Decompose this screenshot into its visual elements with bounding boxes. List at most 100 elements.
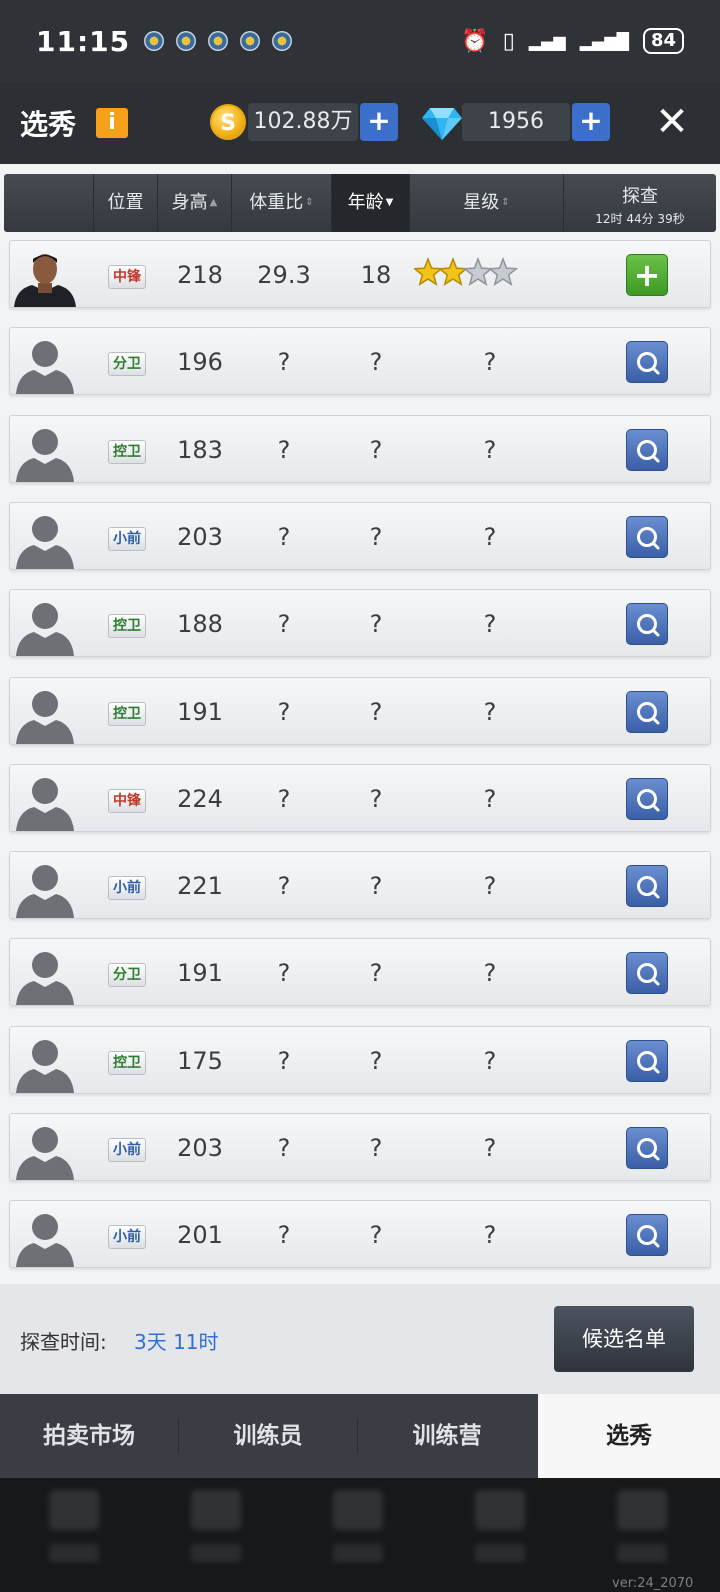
col-weight-ratio-label: 体重比 [249, 192, 304, 213]
scout-button[interactable] [626, 341, 668, 384]
scout-countdown: 12时 44分 39秒 [595, 212, 685, 226]
sort-icon: ⇕ [501, 197, 510, 208]
player-row[interactable]: 控卫 188??? [9, 589, 711, 658]
sort-icon: ▲ [209, 197, 218, 208]
player-silhouette-icon [12, 684, 78, 744]
player-row[interactable]: 中锋 218 29.3 18 + [9, 240, 711, 308]
col-weight-ratio[interactable]: 体重比 ⇕ [232, 174, 332, 232]
player-star-level: ? [483, 697, 497, 726]
scout-button[interactable] [626, 428, 668, 471]
player-row[interactable]: 控卫 191??? [9, 676, 711, 745]
app-notification-icon [144, 31, 165, 51]
player-star-level: ? [483, 1046, 497, 1075]
position-badge: 小前 [108, 1138, 146, 1162]
player-star-level: ? [483, 348, 497, 377]
player-row[interactable]: 小前 221??? [9, 851, 711, 920]
player-silhouette-icon [12, 334, 78, 395]
signal-icon: ▂▄▆ [528, 31, 566, 51]
shortlist-button[interactable]: 候选名单 [554, 1306, 694, 1372]
player-row[interactable]: 中锋 224??? [9, 763, 711, 832]
scout-button[interactable] [626, 690, 668, 733]
scout-button[interactable] [626, 1214, 668, 1257]
add-to-shortlist-button[interactable]: + [626, 254, 668, 296]
player-height: 201 [177, 1221, 223, 1250]
star-rating-icon [412, 255, 519, 291]
player-age: 18 [360, 261, 392, 289]
player-photo [12, 247, 78, 307]
add-diamonds-button[interactable]: + [572, 103, 610, 141]
blurred-nav-item [44, 1490, 104, 1580]
scout-button[interactable] [626, 952, 668, 995]
player-row[interactable]: 小前 201??? [9, 1200, 711, 1269]
position-badge: 小前 [108, 1225, 146, 1250]
player-age: ? [369, 1221, 383, 1250]
coin-icon: S [210, 104, 246, 140]
player-star-level: ? [483, 435, 497, 464]
tab-trainer[interactable]: 训练员 [179, 1394, 357, 1478]
scout-button[interactable] [626, 603, 668, 646]
player-age: ? [369, 959, 383, 988]
blurred-nav-item [328, 1490, 388, 1580]
scout-time-label: 探查时间: [20, 1330, 107, 1354]
player-weight-ratio: ? [277, 435, 291, 464]
player-height: 203 [177, 1134, 223, 1162]
notification-icons [144, 31, 293, 51]
position-badge: 控卫 [108, 1050, 146, 1075]
scout-button[interactable] [626, 777, 668, 820]
col-stars[interactable]: 星级 ⇕ [410, 174, 564, 232]
column-header-bar: 位置 身高 ▲ 体重比 ⇕ 年龄 ▼ 星级 ⇕ 探查 12时 44分 39秒 [4, 174, 716, 232]
player-row[interactable]: 小前 203??? [9, 1113, 711, 1181]
player-row[interactable]: 小前 203??? [9, 501, 711, 570]
col-position-label: 位置 [107, 192, 144, 213]
col-height[interactable]: 身高 ▲ [158, 174, 232, 232]
player-silhouette-icon [12, 1207, 78, 1268]
col-position[interactable]: 位置 [94, 174, 158, 232]
col-age[interactable]: 年龄 ▼ [332, 174, 410, 232]
clock: 11:15 [36, 24, 131, 58]
position-badge: 控卫 [108, 439, 146, 464]
player-age: ? [369, 348, 383, 377]
tab-draft[interactable]: 选秀 [538, 1394, 720, 1478]
scout-button[interactable] [626, 1039, 668, 1082]
tab-training-camp[interactable]: 训练营 [358, 1394, 536, 1478]
player-weight-ratio: 29.3 [257, 261, 311, 289]
system-indicators: ⏰ ▯ ▂▄▆ ▂▄▆█ 84 [461, 28, 684, 54]
info-button[interactable]: i [96, 108, 129, 138]
position-badge: 分卫 [108, 352, 146, 377]
player-age: ? [369, 610, 383, 639]
vibrate-icon: ▯ [502, 28, 515, 54]
close-button[interactable]: ✕ [652, 102, 692, 142]
version-label: ver:24_2070 [612, 1576, 694, 1591]
player-height: 175 [177, 1046, 223, 1075]
player-star-level: ? [483, 610, 497, 639]
player-row[interactable]: 控卫 183??? [9, 414, 711, 483]
player-age: ? [369, 784, 383, 813]
player-row[interactable]: 控卫 175??? [9, 1025, 711, 1094]
player-silhouette-icon [12, 509, 78, 569]
player-weight-ratio: ? [277, 959, 291, 988]
player-row[interactable]: 分卫 191??? [9, 938, 711, 1007]
player-star-level: ? [483, 959, 497, 988]
scout-button[interactable] [626, 865, 668, 908]
diamond-balance: 1956 [462, 103, 570, 141]
page-title: 选秀 [20, 108, 77, 141]
player-height: 224 [177, 784, 223, 813]
signal-icon: ▂▄▆█ [579, 31, 629, 51]
add-coins-button[interactable]: + [360, 103, 398, 141]
alarm-icon: ⏰ [461, 28, 489, 54]
scout-button[interactable] [626, 1127, 668, 1169]
player-age: ? [369, 435, 383, 464]
player-weight-ratio: ? [277, 1134, 291, 1162]
player-weight-ratio: ? [277, 522, 291, 551]
scout-button[interactable] [626, 515, 668, 558]
player-age: ? [369, 1046, 383, 1075]
player-silhouette-icon [12, 1120, 78, 1180]
sort-desc-icon: ▼ [385, 197, 394, 208]
top-header: 选秀 i S 102.88万 + 1956 + ✕ [0, 82, 720, 164]
player-row[interactable]: 分卫 196??? [9, 327, 711, 396]
tab-auction-market[interactable]: 拍卖市场 [0, 1394, 178, 1478]
diamond-icon [422, 108, 462, 140]
position-badge: 中锋 [108, 265, 146, 289]
position-badge: 分卫 [108, 963, 146, 988]
player-age: ? [369, 697, 383, 726]
